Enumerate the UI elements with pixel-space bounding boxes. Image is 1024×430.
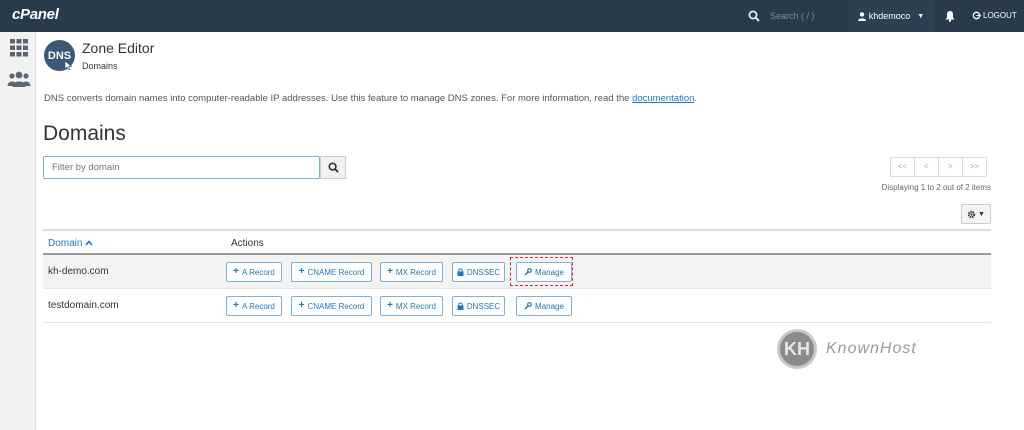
main-content: DNS Zone Editor Domains DNS converts dom… — [36, 32, 1024, 430]
username: khdemoco — [868, 11, 911, 21]
next-page-button[interactable]: > — [938, 157, 963, 177]
user-icon — [857, 11, 866, 21]
prev-page-button[interactable]: < — [914, 157, 939, 177]
table-row: testdomain.com + A Record + CNAME Record +… — [43, 289, 991, 323]
manage-button[interactable]: Manage — [516, 296, 572, 316]
chevron-down-icon: ▼ — [978, 210, 985, 218]
dnssec-button[interactable]: DNSSEC — [452, 296, 505, 316]
a-record-button[interactable]: + A Record — [226, 262, 282, 282]
plus-icon: + — [233, 266, 239, 277]
plus-icon: + — [233, 300, 239, 311]
lock-icon — [457, 302, 464, 310]
plus-icon: + — [387, 266, 393, 277]
search-area[interactable]: Search ( / ) — [748, 9, 815, 23]
knownhost-name: KnownHost — [826, 340, 917, 357]
pagination: << < > >> — [890, 157, 987, 177]
settings-button[interactable]: ▼ — [961, 204, 991, 224]
search-input[interactable]: Search ( / ) — [770, 11, 815, 21]
cpanel-logo[interactable]: cPanel — [12, 6, 59, 23]
search-icon[interactable] — [748, 9, 762, 23]
logout-icon — [972, 11, 981, 20]
bell-icon[interactable] — [944, 10, 956, 22]
users-icon[interactable] — [7, 71, 31, 89]
domain-name: kh-demo.com — [48, 266, 109, 277]
pointer-icon — [64, 60, 73, 70]
mx-record-button[interactable]: + MX Record — [380, 296, 443, 316]
gear-icon — [967, 210, 976, 218]
plus-icon: + — [298, 300, 305, 311]
chevron-down-icon: ▼ — [917, 12, 925, 20]
lock-icon — [457, 268, 464, 276]
page-description: DNS converts domain names into computer-… — [44, 93, 698, 104]
sidebar — [0, 32, 36, 430]
dnssec-button[interactable]: DNSSEC — [452, 262, 505, 282]
a-record-button[interactable]: + A Record — [226, 296, 282, 316]
breadcrumb: Domains — [82, 61, 118, 71]
manage-highlight — [510, 257, 573, 286]
table-row: kh-demo.com + A Record + CNAME Record + MX … — [43, 255, 991, 289]
grid-icon[interactable] — [9, 39, 29, 57]
cname-record-button[interactable]: + CNAME Record — [291, 296, 372, 316]
logout-label: LOGOUT — [983, 11, 1017, 20]
domains-table: Domain Actions kh-demo.com + A Record + CN… — [43, 229, 991, 323]
documentation-link[interactable]: documentation — [632, 93, 694, 104]
top-navbar: cPanel Search ( / ) khdemoco ▼ LOGOUT — [0, 0, 1024, 32]
pagination-status: Displaying 1 to 2 out of 2 items — [881, 183, 991, 192]
domain-column-header[interactable]: Domain — [48, 238, 93, 249]
section-heading: Domains — [43, 122, 126, 145]
sort-up-icon — [85, 240, 93, 246]
knownhost-logo: KH — [777, 329, 817, 369]
wrench-icon — [524, 302, 532, 310]
table-header: Domain Actions — [43, 229, 991, 255]
user-menu[interactable]: khdemoco ▼ — [848, 0, 934, 32]
actions-column-header: Actions — [231, 238, 264, 249]
filter-search-button[interactable] — [320, 156, 346, 179]
last-page-button[interactable]: >> — [962, 157, 987, 177]
plus-icon: + — [387, 300, 393, 311]
mx-record-button[interactable]: + MX Record — [380, 262, 443, 282]
plus-icon: + — [298, 266, 305, 277]
knownhost-watermark: KH KnownHost — [777, 329, 917, 369]
page-title: Zone Editor — [82, 40, 155, 56]
filter-input[interactable] — [43, 156, 320, 179]
search-icon — [327, 162, 339, 173]
first-page-button[interactable]: << — [890, 157, 915, 177]
zone-editor-icon: DNS — [44, 40, 75, 71]
domain-name: testdomain.com — [48, 300, 119, 311]
logout-button[interactable]: LOGOUT — [972, 11, 1017, 20]
cname-record-button[interactable]: + CNAME Record — [291, 262, 372, 282]
